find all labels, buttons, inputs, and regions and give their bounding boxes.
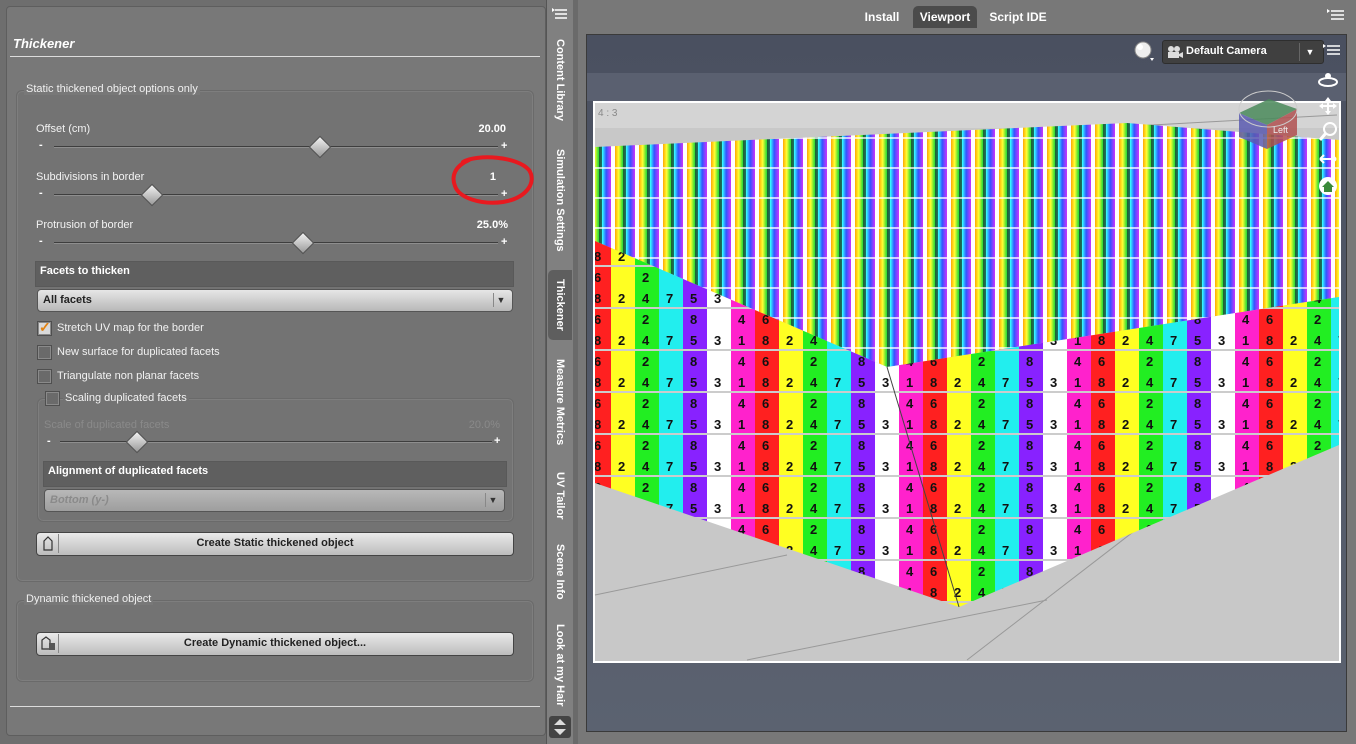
tab-scene-info[interactable]: Scene Info [548, 536, 572, 608]
offset-value[interactable]: 20.00 [420, 123, 506, 135]
menu-icon[interactable] [1325, 7, 1347, 27]
view-cube[interactable]: Left [1235, 87, 1299, 151]
camera-icon [1166, 44, 1184, 65]
stretch-uv-label[interactable]: Stretch UV map for the border [57, 322, 204, 334]
offset-label: Offset (cm) [36, 123, 91, 135]
tab-content-library[interactable]: Content Library [548, 32, 572, 128]
tab-look-at-my-hair-label: Look at my Hair [554, 623, 566, 707]
scale-plus: + [494, 435, 501, 447]
scene-render: 8 2 4 7 5 3 1 6 2 8 4 [587, 35, 1346, 731]
thicken-icon [38, 534, 59, 553]
home-icon[interactable] [1317, 175, 1339, 197]
alignment-dropdown: Bottom (y-) ▼ [44, 489, 505, 512]
title-divider [10, 56, 540, 57]
facets-section-header: Facets to thicken [35, 261, 514, 287]
camera-name: Default Camera [1186, 45, 1267, 57]
new-surface-checkbox[interactable] [37, 345, 52, 360]
tab-scene-info-label: Scene Info [554, 544, 566, 600]
alignment-section-header: Alignment of duplicated facets [43, 461, 507, 487]
tab-scroll-arrows[interactable] [549, 716, 571, 738]
facets-dropdown[interactable]: All facets ▼ [37, 289, 513, 312]
subdivisions-minus[interactable]: - [39, 188, 43, 199]
view-cube-left-label: Left [1273, 125, 1289, 135]
tab-thickener[interactable]: Thickener [548, 270, 572, 340]
tab-uv-tailor-label: UV Tailor [554, 472, 566, 520]
triangulate-checkbox[interactable] [37, 369, 52, 384]
alignment-section-title: Alignment of duplicated facets [48, 465, 209, 477]
dynamic-thicken-icon [38, 634, 59, 653]
chevron-down-icon: ▼ [1299, 43, 1320, 61]
facets-dropdown-value: All facets [43, 294, 92, 306]
scale-value: 20.0% [468, 419, 500, 431]
tab-measure-metrics[interactable]: Measure Metrics [548, 348, 572, 456]
menu-icon[interactable] [550, 6, 570, 26]
dolly-icon[interactable] [1317, 149, 1339, 169]
protrusion-plus[interactable]: + [501, 237, 507, 248]
offset-slider-track[interactable] [54, 146, 498, 148]
chevron-down-icon: ▼ [493, 293, 508, 307]
static-options-group-label: Static thickened object options only [24, 83, 200, 95]
render-sphere-icon[interactable] [1132, 40, 1158, 62]
protrusion-slider-track[interactable] [54, 242, 498, 244]
tab-content-library-label: Content Library [554, 39, 566, 121]
scale-label: Scale of duplicated facets [44, 419, 170, 431]
stretch-uv-checkbox[interactable] [37, 319, 52, 336]
tab-simulation-settings-label: Simulation Settings [554, 148, 566, 252]
scaling-label[interactable]: Scaling duplicated facets [63, 392, 189, 404]
tab-uv-tailor[interactable]: UV Tailor [548, 464, 572, 528]
orbit-icon[interactable] [1317, 69, 1339, 89]
create-dynamic-button-label: Create Dynamic thickened object... [183, 637, 367, 649]
highlight-circle [451, 155, 534, 205]
create-static-button[interactable]: Create Static thickened object [36, 532, 514, 556]
subdivisions-label: Subdivisions in border [36, 171, 145, 183]
protrusion-minus[interactable]: - [39, 236, 43, 247]
create-static-button-label: Create Static thickened object [196, 537, 354, 549]
facets-section-title: Facets to thicken [40, 265, 130, 277]
bottom-divider [10, 706, 540, 707]
tab-look-at-my-hair[interactable]: Look at my Hair [548, 616, 572, 714]
tab-viewport[interactable]: Viewport [913, 6, 977, 28]
protrusion-value[interactable]: 25.0% [420, 219, 508, 231]
thickener-pane: Thickener Static thickened object option… [0, 0, 547, 744]
offset-minus[interactable]: - [39, 140, 43, 151]
aspect-ratio-label: 4 : 3 [598, 108, 618, 119]
chevron-down-icon: ▼ [485, 493, 500, 507]
scale-minus: - [47, 435, 51, 447]
pane-title: Thickener [13, 36, 75, 51]
alignment-dropdown-value: Bottom (y-) [50, 494, 109, 506]
tab-script-ide[interactable]: Script IDE [984, 6, 1052, 28]
camera-selector[interactable]: Default Camera ▼ [1162, 40, 1324, 64]
pan-icon[interactable] [1317, 95, 1339, 117]
viewport-canvas[interactable]: 8 2 4 7 5 3 1 6 2 8 4 4 : 3 [586, 34, 1347, 732]
menu-icon[interactable] [1322, 42, 1342, 60]
tab-simulation-settings[interactable]: Simulation Settings [548, 140, 572, 260]
new-surface-label[interactable]: New surface for duplicated facets [57, 346, 220, 358]
tab-install[interactable]: Install [858, 6, 906, 28]
create-dynamic-button[interactable]: Create Dynamic thickened object... [36, 632, 514, 656]
side-tab-bar: Content Library Simulation Settings Thic… [546, 0, 575, 744]
tab-thickener-label: Thickener [554, 279, 566, 331]
tab-measure-metrics-label: Measure Metrics [554, 358, 566, 446]
protrusion-label: Protrusion of border [36, 219, 134, 231]
scaling-checkbox[interactable] [45, 391, 60, 406]
zoom-icon[interactable] [1317, 121, 1339, 143]
offset-plus[interactable]: + [501, 141, 507, 152]
subdivisions-slider-track[interactable] [54, 194, 498, 196]
dynamic-group-label: Dynamic thickened object [24, 593, 154, 605]
triangulate-label[interactable]: Triangulate non planar facets [57, 370, 199, 382]
